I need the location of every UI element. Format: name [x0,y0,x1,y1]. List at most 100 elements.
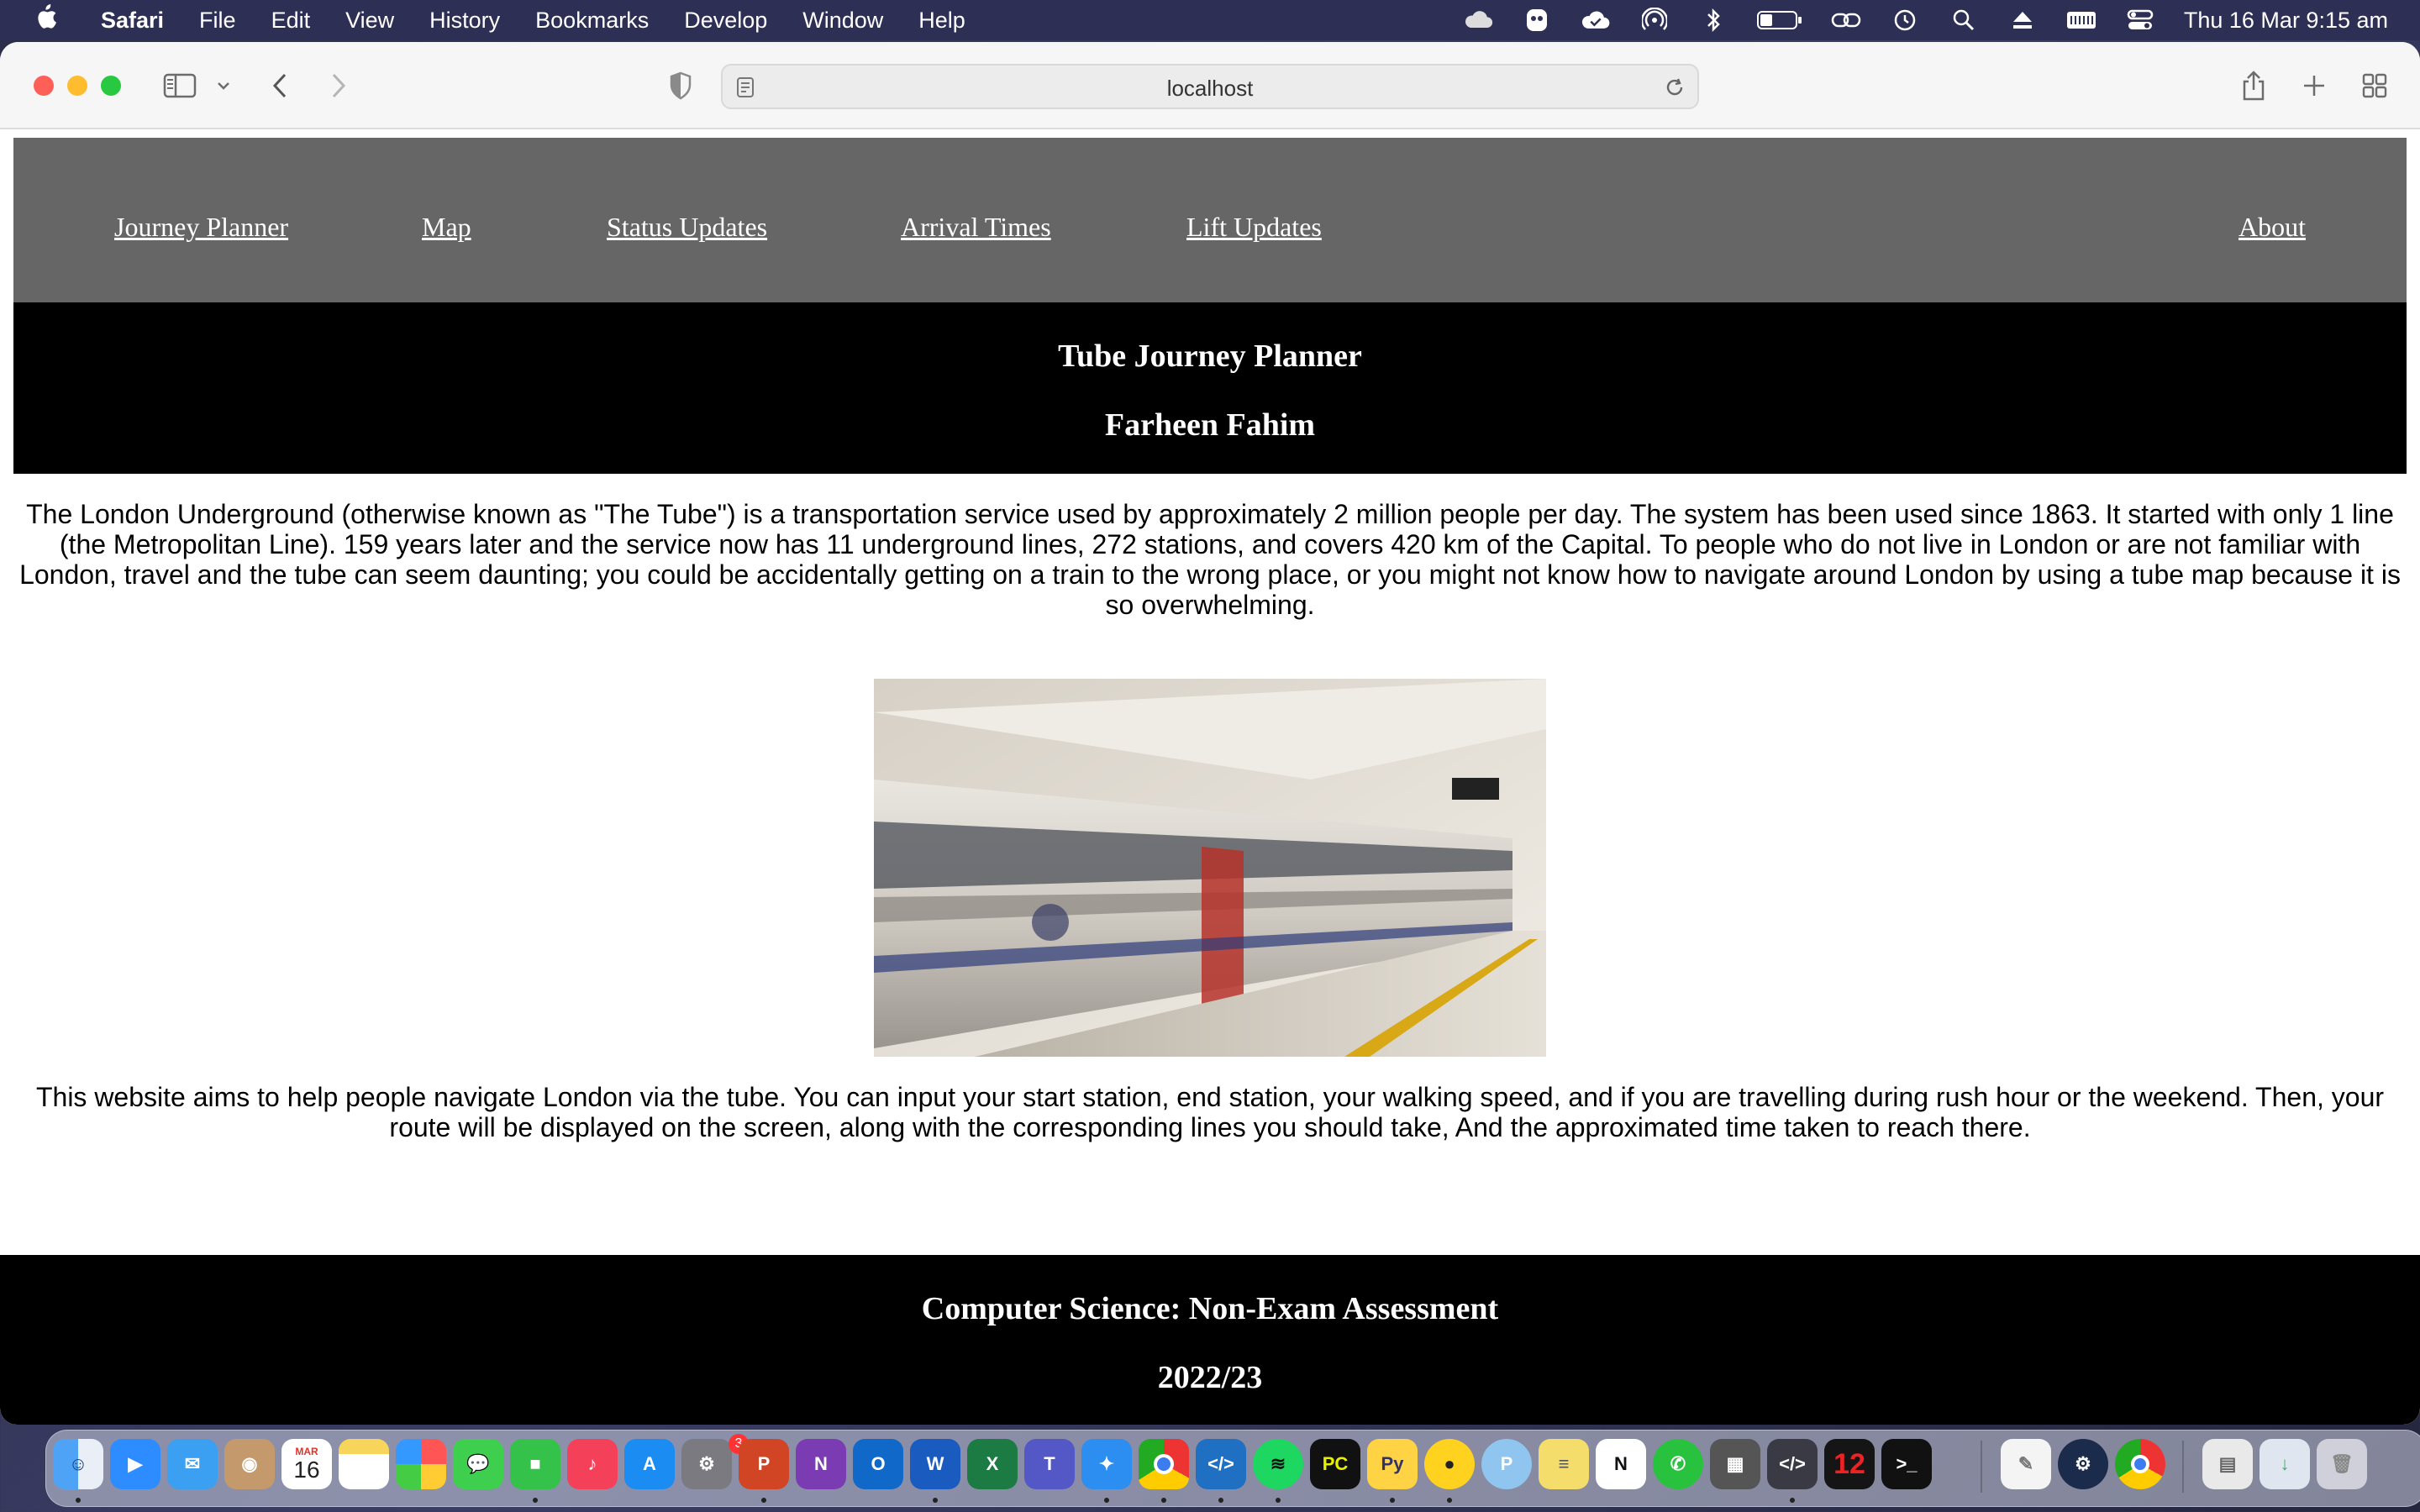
pycharm-icon[interactable]: PC [1310,1439,1360,1489]
dock: ☺ ▶ ✉ ◉ MAR 16 💬 ■ ♪ A ⚙ 3 P N O W X T ✦ … [45,1430,2420,1507]
steam-icon[interactable]: ⚙ [2058,1439,2108,1489]
mail-icon[interactable]: ✉ [167,1439,218,1489]
python-icon[interactable]: Py [1367,1439,1418,1489]
terminal-icon[interactable]: >_ [1881,1439,1932,1489]
chrome-icon[interactable] [1139,1439,1189,1489]
script-editor-icon[interactable]: </> [1767,1439,1818,1489]
photos-icon[interactable] [396,1439,446,1489]
app-store-icon[interactable]: A [624,1439,675,1489]
keyboard-icon[interactable] [2066,9,2096,31]
app-name-menu[interactable]: Safari [101,8,164,34]
facetime-icon[interactable]: ■ [510,1439,560,1489]
calendar-month: MAR [295,1446,318,1457]
hero-banner: Tube Journey Planner Farheen Fahim [13,302,2407,474]
menu-view[interactable]: View [345,8,394,34]
tube-train-image [874,679,1546,1057]
close-window-button[interactable] [34,76,54,96]
powerpoint-icon[interactable]: P [739,1439,789,1489]
running-indicator [933,1498,938,1503]
calculator-icon[interactable]: ▦ [1710,1439,1760,1489]
clock-app-icon[interactable]: 12 [1824,1439,1875,1489]
messages-icon[interactable]: 💬 [453,1439,503,1489]
word-icon[interactable]: W [910,1439,960,1489]
aim-paragraph: This website aims to help people navigat… [35,1082,2385,1142]
url-text[interactable]: localhost [723,76,1697,102]
author-name: Farheen Fahim [1104,407,1316,443]
calendar-icon[interactable]: MAR 16 [281,1439,332,1489]
safari-icon[interactable]: ✦ [1081,1439,1132,1489]
menu-bookmarks[interactable]: Bookmarks [535,8,649,34]
check-cloud-icon[interactable] [1581,9,1611,31]
finder-icon[interactable]: ☺ [53,1439,103,1489]
tab-overview-icon[interactable] [2360,67,2390,104]
battery-icon[interactable] [1756,9,1802,31]
minimize-window-button[interactable] [67,76,87,96]
teams-icon[interactable]: T [1024,1439,1075,1489]
downloads-icon[interactable]: ↓ [2260,1439,2310,1489]
running-indicator [1276,1498,1281,1503]
ghost-icon[interactable] [1522,9,1552,31]
page-title: Tube Journey Planner [1058,339,1362,374]
nav-journey-planner[interactable]: Journey Planner [114,212,288,243]
vscode-icon[interactable]: </> [1196,1439,1246,1489]
nav-arrival-times[interactable]: Arrival Times [901,212,1051,243]
menu-develop[interactable]: Develop [684,8,767,34]
reload-icon[interactable] [1664,76,1686,102]
trash-icon[interactable]: 🗑 [2317,1439,2367,1489]
dock-divider [1981,1441,1982,1493]
chevron-down-icon[interactable] [215,67,232,104]
forward-icon[interactable] [326,67,351,104]
menu-file[interactable]: File [199,8,236,34]
sidebar-icon[interactable] [161,67,198,104]
zoom-icon[interactable]: ▶ [110,1439,160,1489]
zoom-window-button[interactable] [101,76,121,96]
whatsapp-icon[interactable]: ✆ [1653,1439,1703,1489]
chrome-2-icon[interactable] [2115,1439,2165,1489]
proton-icon[interactable]: P [1481,1439,1532,1489]
control-center-icon[interactable] [2125,9,2155,31]
contacts-icon[interactable]: ◉ [224,1439,275,1489]
excel-icon[interactable]: X [967,1439,1018,1489]
music-icon[interactable]: ♪ [567,1439,618,1489]
share-icon[interactable] [2238,67,2269,104]
spotify-icon[interactable]: ≋ [1253,1439,1303,1489]
bluetooth-icon[interactable] [1698,8,1728,33]
cyberghost-icon[interactable]: ● [1424,1439,1475,1489]
privacy-shield-icon[interactable] [666,67,696,104]
menu-history[interactable]: History [429,8,500,34]
preview-icon[interactable]: ▤ [2202,1439,2253,1489]
textedit-icon[interactable]: ✎ [2001,1439,2051,1489]
notion-icon[interactable]: N [1596,1439,1646,1489]
running-indicator [1161,1498,1166,1503]
running-indicator [1218,1498,1223,1503]
menu-edit[interactable]: Edit [271,8,311,34]
apple-menu-icon[interactable] [34,3,57,37]
new-tab-icon[interactable] [2299,67,2329,104]
stickies-icon[interactable]: ≡ [1539,1439,1589,1489]
running-indicator [533,1498,538,1503]
running-indicator [1790,1498,1795,1503]
browser-toolbar: localhost [0,42,2420,129]
back-icon[interactable] [267,67,292,104]
footer-year: 2022/23 [1157,1360,1263,1395]
menu-clock[interactable]: Thu 16 Mar 9:15 am [2184,8,2388,34]
notes-icon[interactable] [339,1439,389,1489]
outlook-icon[interactable]: O [853,1439,903,1489]
menu-help[interactable]: Help [918,8,965,34]
onenote-icon[interactable]: N [796,1439,846,1489]
nav-status-updates[interactable]: Status Updates [607,212,767,243]
system-settings-icon[interactable]: ⚙ [681,1439,732,1489]
eject-icon[interactable] [2007,9,2038,31]
link-icon[interactable] [1831,9,1861,31]
time-machine-icon[interactable] [1890,9,1920,31]
spotlight-icon[interactable] [1949,9,1979,31]
web-page: Journey Planner Map Status Updates Arriv… [0,129,2420,1425]
nav-map[interactable]: Map [422,212,471,243]
cloud-icon[interactable] [1463,9,1493,31]
nav-lift-updates[interactable]: Lift Updates [1186,212,1322,243]
nav-about[interactable]: About [2238,212,2306,243]
site-nav: Journey Planner Map Status Updates Arriv… [13,138,2407,302]
address-bar[interactable]: localhost [721,64,1699,109]
airdrop-icon[interactable] [1639,8,1670,31]
menu-window[interactable]: Window [802,8,883,34]
